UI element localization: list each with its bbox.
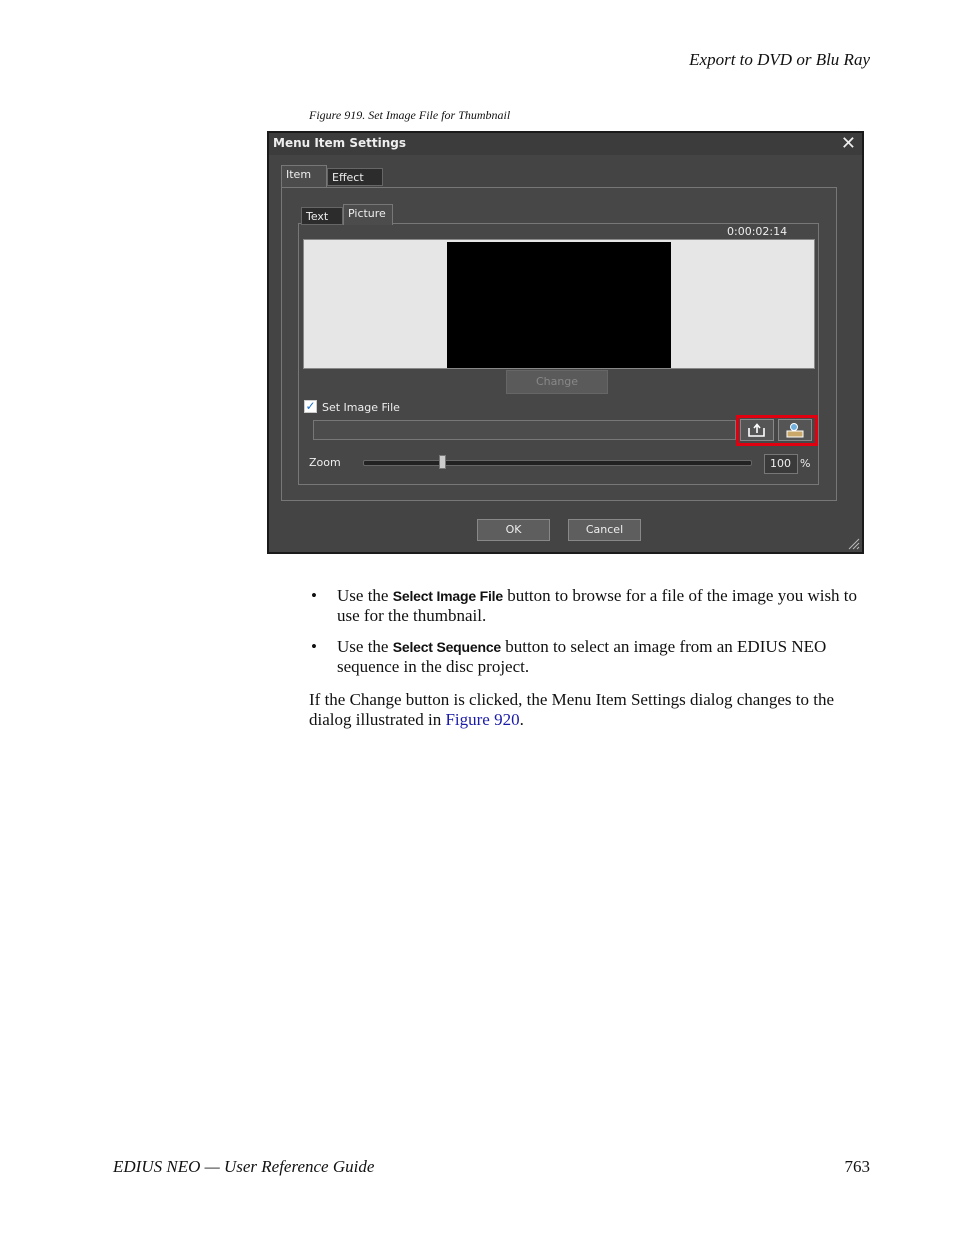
paragraph-end: .: [519, 710, 524, 729]
timecode: 0:00:02:14: [727, 225, 788, 238]
list-item: • Use the Select Image File button to br…: [309, 586, 871, 626]
image-file-path-field[interactable]: [313, 420, 736, 440]
ui-term: Select Sequence: [392, 639, 501, 655]
set-image-file-checkbox[interactable]: ✓: [304, 400, 317, 413]
running-header: Export to DVD or Blu Ray: [689, 50, 870, 69]
bullet-list: • Use the Select Image File button to br…: [309, 586, 871, 688]
tab-effect[interactable]: Effect: [327, 168, 383, 186]
preview-frame: [447, 242, 671, 368]
dialog-title: Menu Item Settings: [273, 136, 407, 150]
figure-link[interactable]: Figure 920: [445, 710, 519, 729]
cancel-button[interactable]: Cancel: [568, 519, 641, 541]
paragraph-text: If the Change button is clicked, the Men…: [309, 690, 834, 729]
zoom-label: Zoom: [309, 456, 341, 469]
bullet-icon: •: [311, 637, 317, 656]
figure-caption: Figure 919. Set Image File for Thumbnail: [309, 108, 511, 122]
highlight-box: [736, 415, 818, 446]
zoom-unit: %: [800, 457, 811, 470]
page-number: 763: [844, 1157, 871, 1176]
tab-item[interactable]: Item: [281, 165, 327, 187]
zoom-value-input[interactable]: 100: [764, 454, 798, 474]
ok-button[interactable]: OK: [477, 519, 550, 541]
footer-title: EDIUS NEO — User Reference Guide: [113, 1157, 375, 1176]
menu-item-settings-dialog: Menu Item Settings ✕ Effect Item Text Pi…: [267, 131, 864, 554]
bullet-prefix: Use the: [337, 637, 393, 656]
set-image-file-label: Set Image File: [322, 401, 400, 414]
zoom-slider-thumb[interactable]: [438, 455, 446, 469]
close-icon[interactable]: ✕: [841, 133, 856, 154]
dialog-titlebar: Menu Item Settings ✕: [269, 133, 862, 155]
body-paragraph: If the Change button is clicked, the Men…: [309, 690, 871, 730]
tab-picture[interactable]: Picture: [343, 204, 393, 225]
bullet-icon: •: [311, 586, 317, 605]
list-item: • Use the Select Sequence button to sele…: [309, 637, 871, 677]
resize-grip-icon[interactable]: [846, 536, 860, 550]
change-button[interactable]: Change: [506, 370, 608, 394]
zoom-slider[interactable]: [363, 460, 752, 466]
tab-text[interactable]: Text: [301, 207, 343, 225]
thumbnail-preview: [303, 239, 815, 369]
bullet-prefix: Use the: [337, 586, 393, 605]
ui-term: Select Image File: [392, 588, 503, 604]
